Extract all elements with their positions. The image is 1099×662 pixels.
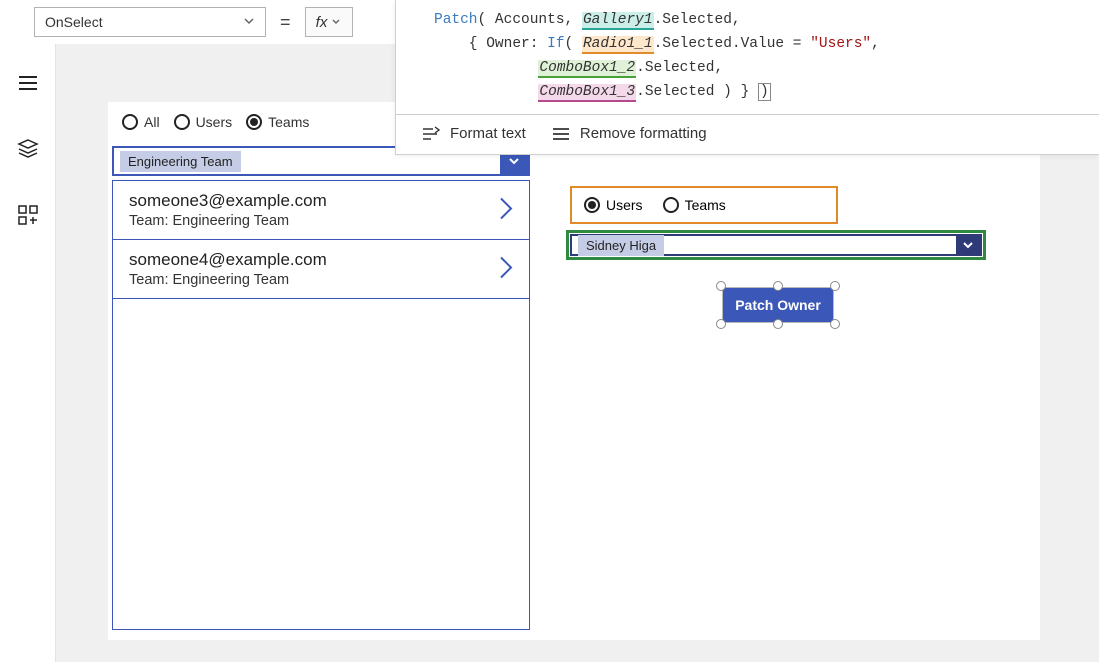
fx-label: fx <box>316 14 328 31</box>
layers-icon[interactable] <box>17 138 39 160</box>
formula-token-gallery: Gallery1 <box>582 12 654 30</box>
grid-add-icon[interactable] <box>17 204 39 226</box>
combobox-chip: Sidney Higa <box>578 235 664 256</box>
format-text-icon <box>422 126 440 142</box>
selection-handle[interactable] <box>830 319 840 329</box>
user-combobox[interactable]: Sidney Higa <box>566 230 986 260</box>
remove-formatting-button[interactable]: Remove formatting <box>552 125 707 142</box>
formula-editor[interactable]: Patch( Accounts, Gallery1.Selected, { Ow… <box>396 0 1099 115</box>
formula-token: Owner: <box>486 36 538 52</box>
app-canvas: All Users Teams Engineering Team someone… <box>108 102 1040 640</box>
remove-formatting-label: Remove formatting <box>580 125 707 142</box>
remove-formatting-icon <box>552 127 570 141</box>
chevron-right-icon <box>497 255 515 284</box>
radio-owner-teams-label: Teams <box>685 197 726 213</box>
accounts-gallery: someone3@example.com Team: Engineering T… <box>112 180 530 630</box>
chevron-down-icon <box>331 17 341 27</box>
gallery-item-email: someone3@example.com <box>129 191 515 211</box>
formula-toolbar: Format text Remove formatting <box>396 115 1099 154</box>
radio-circle-icon <box>122 114 138 130</box>
equals-label: = <box>274 12 297 33</box>
formula-token: ) } <box>723 84 749 100</box>
gallery-item[interactable]: someone4@example.com Team: Engineering T… <box>113 240 529 299</box>
formula-token-string: "Users" <box>810 36 871 52</box>
radio-owner-users-label: Users <box>606 197 643 213</box>
chevron-down-icon <box>243 14 255 30</box>
filter-radio-group: All Users Teams <box>122 114 309 130</box>
selection-handle[interactable] <box>716 319 726 329</box>
radio-all[interactable]: All <box>122 114 160 130</box>
formula-token: .Selected <box>654 12 732 28</box>
formula-token: Accounts <box>495 12 565 28</box>
formula-token: Patch <box>434 12 478 28</box>
owner-type-radio-group: Users Teams <box>570 186 838 224</box>
radio-teams-label: Teams <box>268 114 309 130</box>
radio-circle-icon <box>174 114 190 130</box>
formula-bar: Patch( Accounts, Gallery1.Selected, { Ow… <box>395 0 1099 155</box>
combobox-chip: Engineering Team <box>120 151 241 172</box>
property-dropdown[interactable]: OnSelect <box>34 7 266 37</box>
formula-cursor-paren: ) <box>758 83 771 101</box>
gallery-item-email: someone4@example.com <box>129 250 515 270</box>
formula-token-combo3: ComboBox1_3 <box>538 84 636 102</box>
formula-token: .Selected <box>636 84 714 100</box>
formula-token: = <box>784 36 810 52</box>
formula-token-radio: Radio1_1 <box>582 36 654 54</box>
patch-owner-selection: Patch Owner <box>722 287 834 323</box>
left-nav-rail <box>0 44 56 662</box>
radio-users-label: Users <box>196 114 233 130</box>
hamburger-icon[interactable] <box>17 72 39 94</box>
selection-handle[interactable] <box>716 281 726 291</box>
radio-owner-teams[interactable]: Teams <box>663 197 726 213</box>
radio-owner-users[interactable]: Users <box>584 197 643 213</box>
radio-circle-icon <box>663 197 679 213</box>
radio-circle-icon <box>584 197 600 213</box>
gallery-item[interactable]: someone3@example.com Team: Engineering T… <box>113 181 529 240</box>
selection-handle[interactable] <box>773 281 783 291</box>
chevron-right-icon <box>497 196 515 225</box>
format-text-button[interactable]: Format text <box>422 125 526 142</box>
radio-users[interactable]: Users <box>174 114 233 130</box>
format-text-label: Format text <box>450 125 526 142</box>
selection-handle[interactable] <box>773 319 783 329</box>
formula-token-combo2: ComboBox1_2 <box>538 60 636 78</box>
radio-circle-icon <box>246 114 262 130</box>
formula-token: If <box>547 36 564 52</box>
gallery-item-team: Team: Engineering Team <box>129 272 515 288</box>
chevron-down-icon <box>956 236 980 254</box>
formula-token: .Selected.Value <box>654 36 785 52</box>
property-dropdown-value: OnSelect <box>45 14 103 30</box>
patch-owner-label: Patch Owner <box>735 297 821 313</box>
gallery-item-team: Team: Engineering Team <box>129 213 515 229</box>
radio-all-label: All <box>144 114 160 130</box>
patch-owner-button[interactable]: Patch Owner <box>722 287 834 323</box>
formula-token: .Selected <box>636 60 714 76</box>
selection-handle[interactable] <box>830 281 840 291</box>
radio-teams[interactable]: Teams <box>246 114 309 130</box>
fx-button[interactable]: fx <box>305 7 353 37</box>
